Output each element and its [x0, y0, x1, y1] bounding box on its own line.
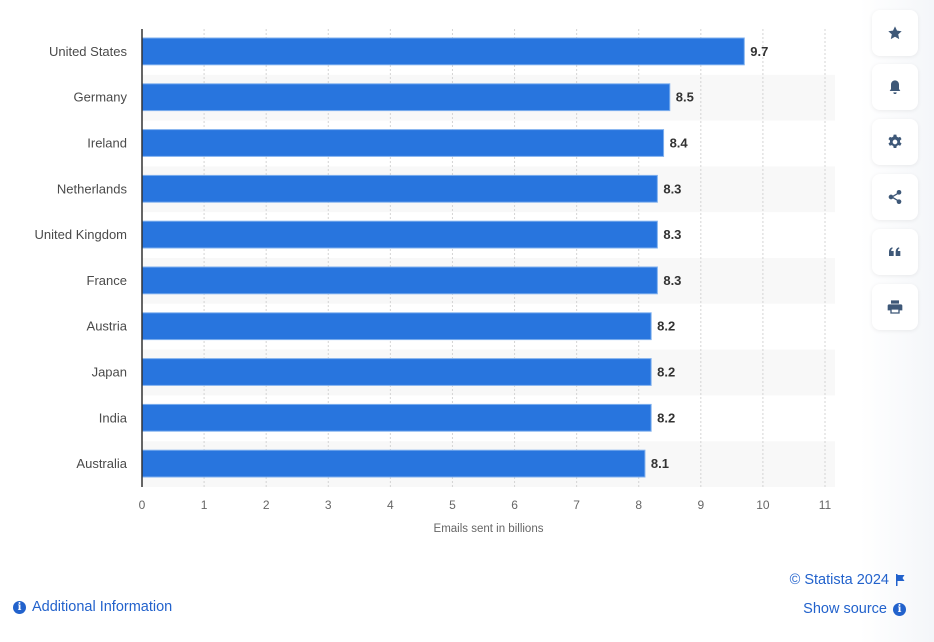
value-label: 8.3: [663, 273, 681, 288]
category-label: United States: [49, 44, 128, 59]
flag-icon: [896, 574, 905, 586]
category-label: France: [87, 273, 127, 288]
value-label: 8.2: [657, 319, 675, 334]
value-label: 8.2: [657, 410, 675, 425]
share-button[interactable]: [872, 174, 918, 220]
x-tick-label: 8: [635, 498, 642, 512]
x-tick-label: 9: [697, 498, 704, 512]
category-label: Austria: [87, 319, 128, 334]
statista-copyright-link[interactable]: © Statista 2024: [790, 572, 906, 588]
x-tick-label: 5: [449, 498, 456, 512]
x-tick-label: 1: [201, 498, 208, 512]
bar[interactable]: [141, 312, 652, 341]
x-tick-label: 11: [819, 498, 832, 512]
bar[interactable]: [141, 174, 658, 203]
category-label: Japan: [92, 365, 127, 380]
info-icon: i: [13, 600, 26, 614]
show-source-link[interactable]: Show source i: [803, 601, 906, 617]
category-label: Australia: [76, 456, 127, 471]
category-label: Germany: [74, 90, 128, 105]
side-toolbar: [860, 0, 934, 642]
category-label: Ireland: [87, 136, 127, 151]
favorite-button[interactable]: [872, 10, 918, 56]
x-tick-label: 4: [387, 498, 394, 512]
quote-icon: [889, 247, 901, 256]
gear-icon: [888, 134, 902, 148]
bar[interactable]: [141, 129, 665, 157]
notification-button[interactable]: [872, 64, 918, 110]
x-tick-label: 10: [756, 498, 770, 512]
print-icon: [887, 300, 903, 314]
category-label: Netherlands: [57, 181, 128, 196]
bar[interactable]: [141, 83, 671, 112]
share-icon: [888, 190, 902, 204]
value-label: 9.7: [750, 44, 768, 59]
value-label: 8.3: [663, 227, 681, 242]
bars: [141, 37, 745, 478]
copyright-label: © Statista 2024: [789, 572, 889, 588]
settings-button[interactable]: [872, 119, 918, 165]
x-tick-labels: 0 1 2 3 4 5 6 7 8 9 10 11: [139, 498, 832, 512]
info-icon: i: [893, 602, 906, 616]
x-tick-label: 2: [263, 498, 270, 512]
cite-button[interactable]: [872, 229, 918, 275]
value-label: 8.5: [676, 90, 694, 105]
x-tick-label: 6: [511, 498, 518, 512]
value-label: 8.2: [657, 365, 675, 380]
bar[interactable]: [141, 37, 745, 66]
category-label: United Kingdom: [35, 227, 128, 242]
bell-icon: [889, 80, 901, 94]
bar[interactable]: [141, 449, 646, 478]
bar[interactable]: [141, 266, 658, 295]
category-label: India: [99, 410, 128, 425]
show-source-label: Show source: [803, 601, 887, 617]
additional-information-label: Additional Information: [32, 599, 173, 615]
x-tick-label: 3: [325, 498, 332, 512]
category-labels: United States Germany Ireland Netherlands Un…: [35, 44, 128, 471]
star-icon: [888, 26, 902, 40]
x-tick-label: 7: [573, 498, 580, 512]
bar-chart: United States Germany Ireland Netherlands Un…: [35, 29, 835, 535]
bar[interactable]: [141, 220, 658, 249]
additional-information-link[interactable]: i Additional Information: [13, 599, 172, 615]
x-tick-label: 0: [139, 498, 146, 512]
bar[interactable]: [141, 358, 652, 386]
print-button[interactable]: [872, 284, 918, 330]
x-axis-title: Emails sent in billions: [434, 523, 544, 535]
value-label: 8.1: [651, 456, 669, 471]
value-label: 8.4: [670, 136, 689, 151]
value-label: 8.3: [663, 181, 681, 196]
bar[interactable]: [141, 403, 652, 432]
